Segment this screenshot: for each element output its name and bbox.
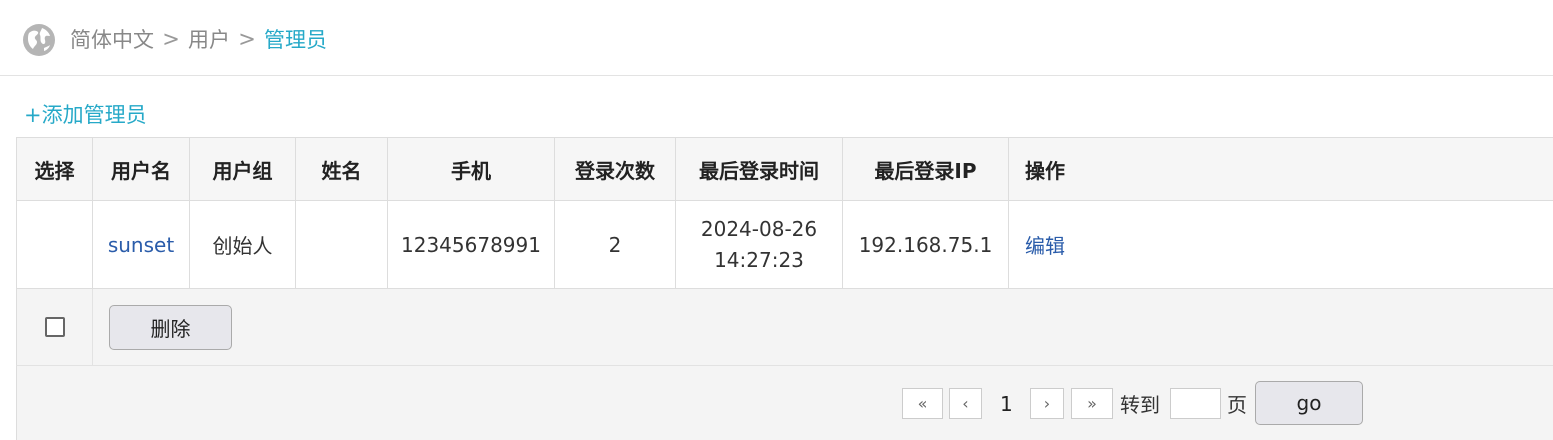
last-page-button[interactable]: » — [1071, 388, 1113, 419]
header-username: 用户名 — [93, 138, 190, 200]
first-page-button[interactable]: « — [902, 388, 943, 419]
header-action: 操作 — [1025, 158, 1065, 183]
select-all-cell — [17, 289, 93, 365]
username-link[interactable]: sunset — [108, 233, 174, 257]
breadcrumb-users[interactable]: 用户 — [188, 24, 230, 54]
delete-button[interactable]: 删除 — [109, 305, 232, 350]
header-phone: 手机 — [388, 138, 555, 200]
name-cell — [296, 201, 388, 288]
header-login-count: 登录次数 — [555, 138, 676, 200]
go-button[interactable]: go — [1255, 381, 1363, 425]
group-cell: 创始人 — [190, 201, 296, 288]
add-admin-link[interactable]: +添加管理员 — [24, 99, 147, 129]
login-count-cell: 2 — [555, 201, 676, 288]
header-name: 姓名 — [296, 138, 388, 200]
chevron-right-icon: > — [162, 27, 180, 51]
bulk-action-row: 删除 — [16, 289, 1553, 366]
action-cell: 编辑 — [1009, 201, 1553, 288]
header-select: 选择 — [17, 138, 93, 200]
header-last-login-time: 最后登录时间 — [676, 138, 843, 200]
prev-page-button[interactable]: ‹ — [949, 388, 982, 419]
last-login-clock: 14:27:23 — [714, 247, 804, 272]
top-bar: 简体中文 > 用户 > 管理员 — [0, 0, 1553, 76]
page-number-input[interactable] — [1170, 388, 1221, 419]
goto-label: 转到 — [1120, 393, 1160, 417]
breadcrumb-admins[interactable]: 管理员 — [264, 24, 327, 54]
pagination: « ‹ 1 › » 转到 页 go — [16, 366, 1553, 440]
next-page-button[interactable]: › — [1030, 388, 1064, 419]
current-page[interactable]: 1 — [1000, 388, 1013, 419]
edit-link[interactable]: 编辑 — [1025, 230, 1065, 259]
phone-cell: 12345678991 — [388, 201, 555, 288]
username-cell: sunset — [93, 201, 190, 288]
last-login-date: 2024-08-26 — [700, 216, 818, 241]
table-header: 选择 用户名 用户组 姓名 手机 登录次数 最后登录时间 最后登录IP 操作 — [16, 137, 1553, 201]
globe-icon — [23, 24, 55, 56]
header-group: 用户组 — [190, 138, 296, 200]
last-login-time-cell: 2024-08-26 14:27:23 — [676, 201, 843, 288]
breadcrumb: 简体中文 > 用户 > 管理员 — [70, 25, 327, 53]
table-row: sunset 创始人 12345678991 2 2024-08-26 14:2… — [16, 201, 1553, 289]
chevron-right-icon: > — [238, 27, 256, 51]
select-all-checkbox[interactable] — [44, 317, 65, 337]
header-last-login-ip: 最后登录IP — [843, 138, 1009, 200]
last-login-ip-cell: 192.168.75.1 — [843, 201, 1009, 288]
row-select-cell — [17, 201, 93, 288]
breadcrumb-language[interactable]: 简体中文 — [70, 24, 154, 54]
page-unit-label: 页 — [1227, 393, 1247, 417]
